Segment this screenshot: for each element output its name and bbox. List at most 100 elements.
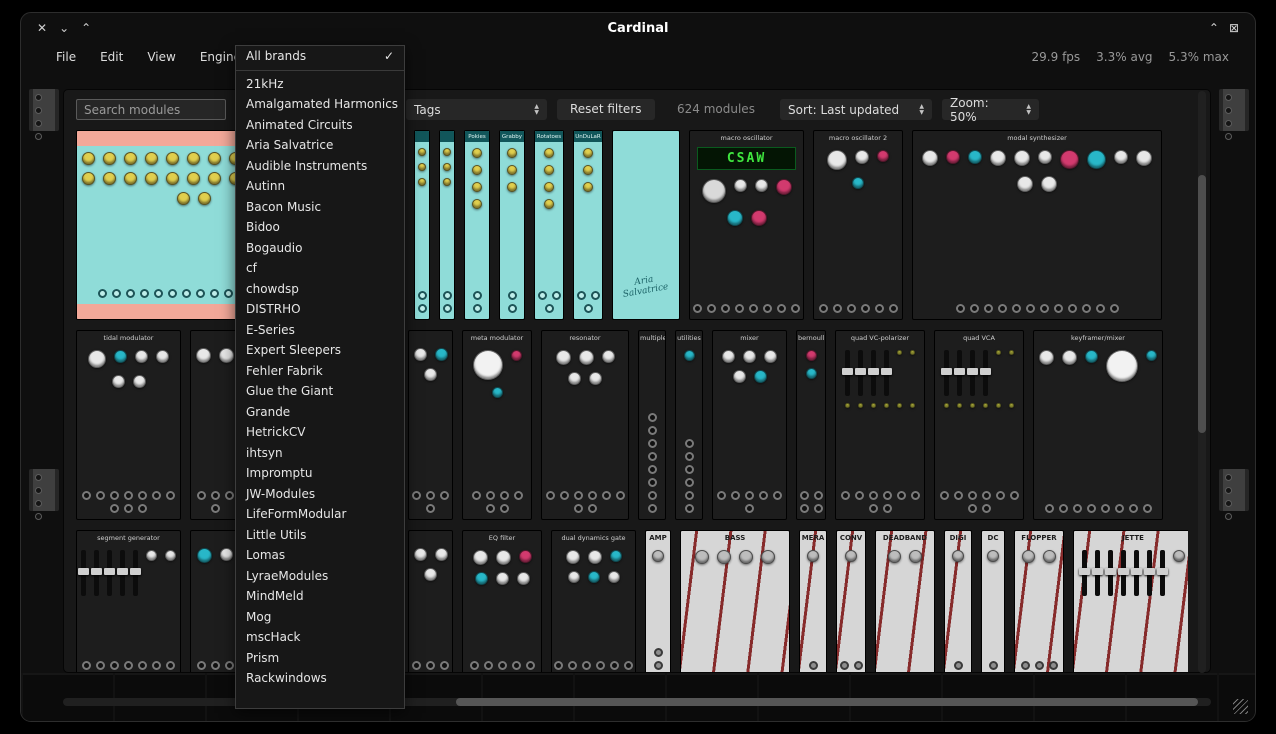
vertical-scrollbar[interactable]: [1198, 91, 1206, 673]
knob-icon: [845, 550, 857, 562]
resize-grip[interactable]: [1233, 699, 1248, 714]
brand-menu-item[interactable]: Expert Sleepers: [236, 340, 404, 361]
module-preview-segment-generator[interactable]: segment generator: [76, 530, 181, 672]
module-preview-macro-oscillator-2[interactable]: macro oscillator 2: [813, 130, 903, 320]
close-box-icon[interactable]: ⊠: [1229, 21, 1239, 35]
module-preview-resonator[interactable]: resonator: [541, 330, 629, 520]
brand-menu-item[interactable]: mscHack: [236, 627, 404, 648]
brand-menu-item[interactable]: Fehler Fabrik: [236, 361, 404, 382]
brand-menu-item[interactable]: Glue the Giant: [236, 381, 404, 402]
brand-menu-item[interactable]: Bidoo: [236, 217, 404, 238]
module-preview-grabby[interactable]: Grabby: [499, 130, 525, 320]
brand-menu-item[interactable]: DISTRHO: [236, 299, 404, 320]
brand-menu-item[interactable]: Bacon Music: [236, 197, 404, 218]
brand-menu-item[interactable]: ihtsyn: [236, 443, 404, 464]
screw-icon: [35, 133, 42, 140]
module-preview[interactable]: Aria Salvatrice: [612, 130, 680, 320]
chevron-up-icon[interactable]: ⌃: [81, 21, 91, 35]
brand-menu-item[interactable]: Bogaudio: [236, 238, 404, 259]
module-preview-modal-synthesizer[interactable]: modal synthesizer: [912, 130, 1162, 320]
brand-menu-item[interactable]: chowdsp: [236, 279, 404, 300]
module-preview-deadband[interactable]: DEADBAND: [875, 530, 935, 672]
module-preview-bass[interactable]: BASS: [680, 530, 790, 672]
jack-port-icon: [883, 504, 892, 513]
module-preview-pokies[interactable]: Pokies: [464, 130, 490, 320]
module-preview-quad-vca[interactable]: quad VCA: [934, 330, 1024, 520]
brand-menu-item[interactable]: Prism: [236, 648, 404, 669]
close-icon[interactable]: ✕: [37, 21, 47, 35]
tags-select[interactable]: Tags: [406, 99, 547, 120]
knob-icon: [114, 350, 127, 363]
collapse-icon[interactable]: ⌃: [1209, 21, 1219, 35]
brand-menu-item[interactable]: Autinn: [236, 176, 404, 197]
module-preview-multiples[interactable]: multiples: [638, 330, 666, 520]
module-preview-digi[interactable]: DIGI: [944, 530, 972, 672]
brand-menu-item[interactable]: Aria Salvatrice: [236, 135, 404, 156]
module-preview-eq-filter[interactable]: EQ filter: [462, 530, 542, 672]
module-preview-tidal-modulator[interactable]: tidal modulator: [76, 330, 181, 520]
jack-port-icon: [1129, 504, 1138, 513]
brand-menu-item-all-brands[interactable]: All brands ✓: [236, 46, 404, 67]
zoom-select[interactable]: Zoom: 50%: [942, 99, 1039, 120]
module-panel: [191, 542, 239, 658]
module-preview[interactable]: [190, 530, 240, 672]
module-preview-jette[interactable]: JETTE: [1073, 530, 1188, 672]
module-title: MERA: [800, 531, 826, 544]
module-preview-utilities[interactable]: utilities: [675, 330, 703, 520]
brand-menu-item[interactable]: Grande: [236, 402, 404, 423]
brand-menu-item[interactable]: JW-Modules: [236, 484, 404, 505]
jack-port-icon: [763, 304, 772, 313]
module-preview-macro-oscillator[interactable]: macro oscillatorCSAW: [689, 130, 804, 320]
brand-menu-item[interactable]: LifeFormModular: [236, 504, 404, 525]
module-preview[interactable]: [439, 130, 455, 320]
module-preview[interactable]: [408, 330, 453, 520]
brand-menu-item[interactable]: Audible Instruments: [236, 156, 404, 177]
module-preview-dual-dynamics-gate[interactable]: dual dynamics gate: [551, 530, 636, 672]
module-preview-mera[interactable]: MERA: [799, 530, 827, 672]
module-preview-keyframer-mixer[interactable]: keyframer/mixer: [1033, 330, 1163, 520]
knob-icon: [472, 182, 482, 192]
brand-menu-item[interactable]: Mog: [236, 607, 404, 628]
reset-filters-button[interactable]: Reset filters: [557, 99, 655, 120]
menu-item[interactable]: View: [138, 47, 184, 67]
module-title: segment generator: [77, 531, 180, 544]
brand-menu-item[interactable]: 21kHz: [236, 74, 404, 95]
sort-select[interactable]: Sort: Last updated: [780, 99, 932, 120]
module-preview[interactable]: [408, 530, 453, 672]
brand-menu-item[interactable]: Amalgamated Harmonics: [236, 94, 404, 115]
brand-menu-item[interactable]: LyraeModules: [236, 566, 404, 587]
brand-menu-item[interactable]: Impromptu: [236, 463, 404, 484]
brand-menu-item[interactable]: cf: [236, 258, 404, 279]
module-preview-amp[interactable]: AMP: [645, 530, 671, 672]
module-preview-flopper[interactable]: FLOPPER: [1014, 530, 1064, 672]
brand-menu-item[interactable]: MindMeld: [236, 586, 404, 607]
module-preview[interactable]: [190, 330, 240, 520]
menu-item[interactable]: File: [47, 47, 85, 67]
module-preview-rotatoes[interactable]: Rotatoes: [534, 130, 564, 320]
module-preview-conv[interactable]: CONV: [836, 530, 866, 672]
module-preview-undular[interactable]: UnDuLaR: [573, 130, 603, 320]
menu-item[interactable]: Edit: [91, 47, 132, 67]
knob-icon: [124, 152, 137, 165]
brand-menu-item[interactable]: HetrickCV: [236, 422, 404, 443]
module-preview-quad-vc-polarizer[interactable]: quad VC-polarizer: [835, 330, 925, 520]
brand-menu-item[interactable]: Rackwindows: [236, 668, 404, 689]
module-preview-meta-modulator[interactable]: meta modulator: [462, 330, 532, 520]
module-preview[interactable]: [414, 130, 430, 320]
brand-menu-item[interactable]: Animated Circuits: [236, 115, 404, 136]
module-preview-dc[interactable]: DC: [981, 530, 1005, 672]
titlebar[interactable]: ✕ ⌄ ⌃ Cardinal ⌃ ⊠: [21, 13, 1255, 43]
jack-port-icon: [1012, 304, 1021, 313]
brand-menu-item[interactable]: E-Series: [236, 320, 404, 341]
performance-stat: 29.9 fps: [1032, 50, 1081, 64]
module-title: macro oscillator 2: [814, 131, 902, 144]
vertical-scrollbar-thumb[interactable]: [1198, 175, 1206, 433]
chevron-down-icon[interactable]: ⌄: [59, 21, 69, 35]
module-preview-bernoulli-gate[interactable]: bernoulli gate: [796, 330, 826, 520]
module-title: [415, 131, 429, 142]
brand-menu-item[interactable]: Little Utils: [236, 525, 404, 546]
module-preview-mixer[interactable]: mixer: [712, 330, 787, 520]
brand-menu-item[interactable]: Lomas: [236, 545, 404, 566]
horizontal-scrollbar-thumb[interactable]: [456, 698, 1198, 706]
search-input[interactable]: [76, 99, 226, 120]
